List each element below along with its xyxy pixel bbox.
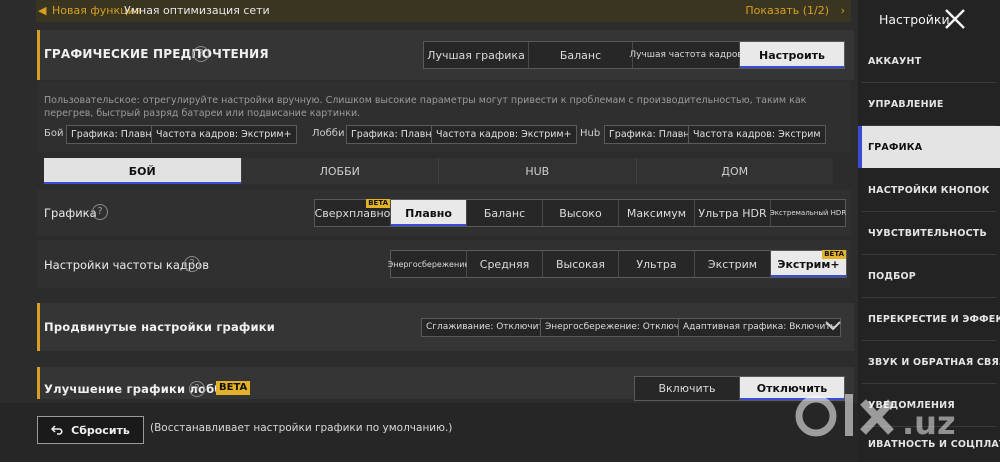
lobby-enable-option[interactable]: Включить xyxy=(635,377,740,400)
beta-badge: BETA xyxy=(822,250,846,259)
fps-option-ultra[interactable]: Ультра xyxy=(619,251,695,277)
help-icon[interactable]: ? xyxy=(193,46,209,62)
summary-lobby-graphics: Графика: Плавно xyxy=(346,125,443,144)
fps-selector: Энергосбережение Средняя Высокая Ультра … xyxy=(388,250,847,278)
graphics-option-high[interactable]: Высоко xyxy=(543,200,619,226)
sidebar-item-account[interactable]: АККАУНТ xyxy=(858,40,1000,82)
graphics-label: Графика xyxy=(44,206,97,220)
help-icon[interactable]: ? xyxy=(184,256,200,272)
tab-home[interactable]: ДОМ xyxy=(637,158,834,184)
preferences-description: Пользовательское: отрегулируйте настройк… xyxy=(44,95,807,119)
lobby-enhancement-toggle: Включить Отключить xyxy=(634,376,845,401)
graphics-preferences-title: ГРАФИЧЕСКИЕ ПРЕДПОЧТЕНИЯ xyxy=(44,47,269,61)
notification-text: Умная оптимизация сети xyxy=(124,4,270,17)
sidebar-item-privacy[interactable]: ИВАТНОСТЬ И СОЦПЛАТФОРМЫ xyxy=(858,427,1000,462)
speaker-icon: ◀ xyxy=(38,4,47,17)
sidebar-item-controls[interactable]: УПРАВЛЕНИЕ xyxy=(858,83,1000,125)
chevron-right-icon[interactable]: › xyxy=(841,0,845,22)
graphics-option-balance[interactable]: Баланс xyxy=(467,200,543,226)
adv-chip-antialiasing: Сглаживание: Отключить xyxy=(421,318,555,337)
summary-battle-fps: Частота кадров: Экстрим+ xyxy=(151,125,297,144)
reset-label: Сбросить xyxy=(71,423,130,437)
beta-badge: BETA xyxy=(216,381,251,395)
preset-balance[interactable]: Баланс xyxy=(529,42,633,68)
adv-chip-powersave: Энергосбережение: Отключить xyxy=(540,318,701,337)
mode-tabs: БОЙ ЛОББИ HUB ДОМ xyxy=(44,158,833,184)
preset-best-graphics[interactable]: Лучшая графика xyxy=(424,42,529,68)
sidebar-item-matchmaking[interactable]: ПОДБОР xyxy=(858,255,1000,297)
graphics-option-max[interactable]: Максимум xyxy=(619,200,695,226)
sidebar-item-crosshair[interactable]: ПЕРЕКРЕСТИЕ И ЭФФЕКТЫ xyxy=(858,298,1000,340)
undo-icon xyxy=(51,425,63,435)
sidebar-item-sensitivity[interactable]: ЧУВСТВИТЕЛЬНОСТЬ xyxy=(858,212,1000,254)
help-icon[interactable]: ? xyxy=(189,381,205,397)
summary-label-lobby: Лобби xyxy=(312,128,345,139)
notification-bar[interactable]: ◀ Новая функция Умная оптимизация сети П… xyxy=(36,0,851,22)
fps-option-extreme-plus[interactable]: Экстрим+ BETA xyxy=(771,250,846,277)
beta-badge: BETA xyxy=(366,199,390,208)
sidebar-item-graphics[interactable]: ГРАФИКА xyxy=(858,126,1000,168)
sidebar-title: Настройки xyxy=(879,12,950,27)
adv-chip-adaptive: Адаптивная графика: Включить xyxy=(678,318,841,337)
chevron-down-icon[interactable] xyxy=(825,321,841,331)
graphics-quality-selector: Сверхплавно BETA Плавно Баланс Высоко Мак… xyxy=(314,199,846,227)
summary-label-battle: Бой xyxy=(44,128,64,139)
graphics-option-smooth[interactable]: Плавно xyxy=(391,200,467,226)
option-label: Сверхплавно xyxy=(314,206,391,220)
fps-option-high[interactable]: Высокая xyxy=(543,251,619,277)
summary-hub-graphics: Графика: Плавно xyxy=(604,125,701,144)
tab-hub[interactable]: HUB xyxy=(439,158,637,184)
preset-selector: Лучшая графика Баланс Лучшая частота кад… xyxy=(423,41,845,69)
graphics-option-ultra-hdr[interactable]: Ультра HDR xyxy=(695,200,771,226)
summary-battle-graphics: Графика: Плавно xyxy=(66,125,163,144)
tab-lobby[interactable]: ЛОББИ xyxy=(242,158,439,184)
graphics-option-extreme-hdr[interactable]: Экстремальный HDR xyxy=(770,200,846,226)
fps-option-medium[interactable]: Средняя xyxy=(467,251,543,277)
preset-best-fps[interactable]: Лучшая частота кадров xyxy=(629,42,743,68)
tab-battle[interactable]: БОЙ xyxy=(44,158,242,184)
reset-button[interactable]: Сбросить xyxy=(37,416,144,444)
summary-label-hub: Hub xyxy=(580,128,601,139)
summary-lobby-fps: Частота кадров: Экстрим+ xyxy=(431,125,577,144)
sidebar-item-sound[interactable]: ЗВУК И ОБРАТНАЯ СВЯЗЬ xyxy=(858,341,1000,383)
lobby-disable-option[interactable]: Отключить xyxy=(740,377,844,400)
summary-hub-fps: Частота кадров: Экстрим xyxy=(688,125,826,144)
sidebar-item-notifications[interactable]: УВЕДОМЛЕНИЯ xyxy=(858,384,1000,426)
advanced-graphics-title: Продвинутые настройки графики xyxy=(44,320,276,334)
close-icon[interactable] xyxy=(944,8,966,30)
graphics-option-ultrasmooth[interactable]: Сверхплавно BETA xyxy=(314,199,391,226)
fps-option-powersave[interactable]: Энергосбережение xyxy=(388,251,469,277)
sidebar-item-button-settings[interactable]: НАСТРОЙКИ КНОПОК xyxy=(858,169,1000,211)
option-label: Экстрим+ xyxy=(777,257,840,271)
notification-show-link[interactable]: Показать (1/2) xyxy=(745,0,829,22)
help-icon[interactable]: ? xyxy=(92,204,108,220)
graphics-settings-panel: ◀ Новая функция Умная оптимизация сети П… xyxy=(0,0,858,462)
reset-description: (Восстанавливает настройки графики по ум… xyxy=(150,422,453,434)
fps-option-extreme[interactable]: Экстрим xyxy=(695,251,771,277)
preset-custom[interactable]: Настроить xyxy=(740,42,844,68)
